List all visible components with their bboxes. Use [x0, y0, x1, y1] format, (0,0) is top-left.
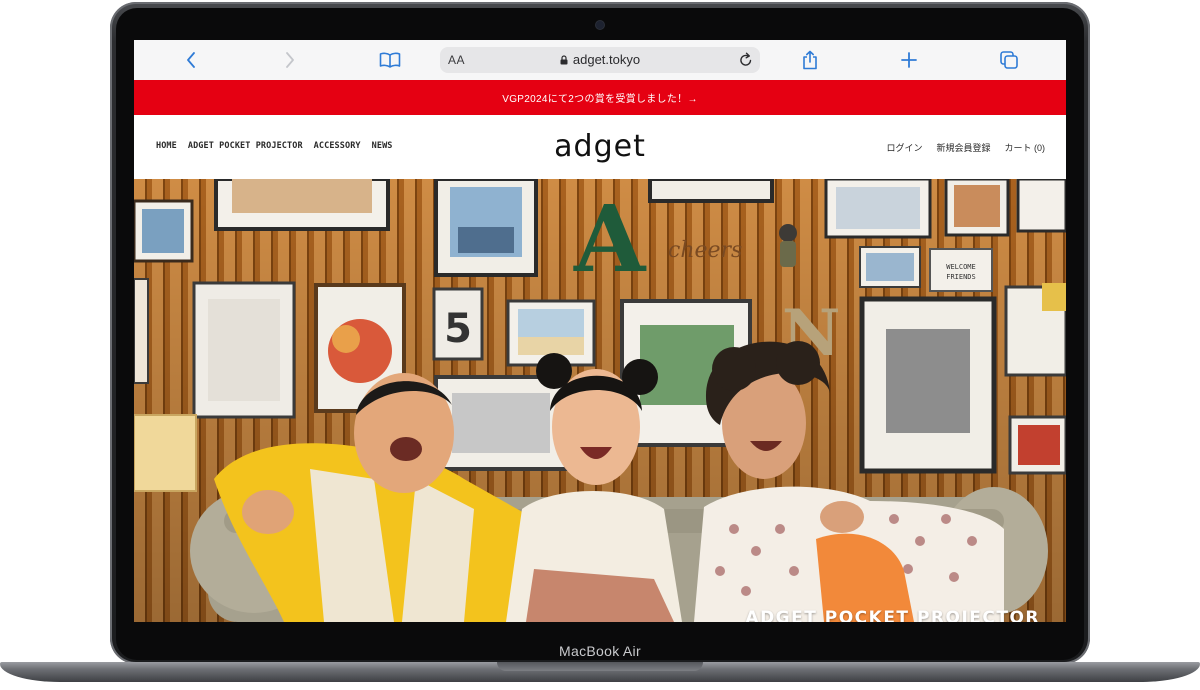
device-label: MacBook Air	[559, 643, 641, 659]
camera-icon	[596, 21, 604, 29]
chevron-right-icon[interactable]	[278, 48, 302, 72]
browser-screen: AA adget.tokyo VGP2024にて2つの賞を受賞しました！→ HO…	[134, 40, 1066, 622]
frame-number-5: 5	[444, 306, 472, 352]
address-bar[interactable]: AA adget.tokyo	[440, 47, 760, 73]
letter-a: A	[573, 185, 647, 293]
reload-icon[interactable]	[739, 52, 753, 72]
hero-photo: WELCOME FRIENDS 5 A N cheers	[134, 179, 1066, 622]
site-header: HOME ADGET POCKET PROJECTOR ACCESSORY NE…	[134, 115, 1066, 179]
hero-banner[interactable]: WELCOME FRIENDS 5 A N cheers ADGET POCKE…	[134, 179, 1066, 622]
hero-caption: ADGET POCKET PROJECTOR	[745, 608, 1040, 622]
lock-icon	[560, 53, 568, 68]
url-text: adget.tokyo	[572, 52, 641, 67]
share-icon[interactable]	[798, 48, 822, 72]
account-nav: ログイン 新規会員登録 カート (0)	[886, 141, 1045, 154]
book-icon[interactable]	[378, 48, 402, 72]
login-link[interactable]: ログイン	[886, 141, 922, 154]
cheers-script: cheers	[668, 238, 742, 263]
register-link[interactable]: 新規会員登録	[936, 141, 990, 154]
plus-icon[interactable]	[897, 48, 921, 72]
tabs-icon[interactable]	[997, 48, 1021, 72]
announcement-bar[interactable]: VGP2024にて2つの賞を受賞しました！→	[134, 80, 1066, 115]
laptop-opening-notch	[497, 662, 703, 671]
welcome-sign-line2: FRIENDS	[946, 273, 976, 281]
cart-link[interactable]: カート (0)	[1004, 141, 1045, 154]
chevron-left-icon[interactable]	[179, 48, 203, 72]
announcement-text[interactable]: VGP2024にて2つの賞を受賞しました！→	[502, 90, 698, 105]
welcome-sign-line1: WELCOME	[946, 263, 976, 271]
browser-toolbar: AA adget.tokyo	[134, 40, 1066, 81]
